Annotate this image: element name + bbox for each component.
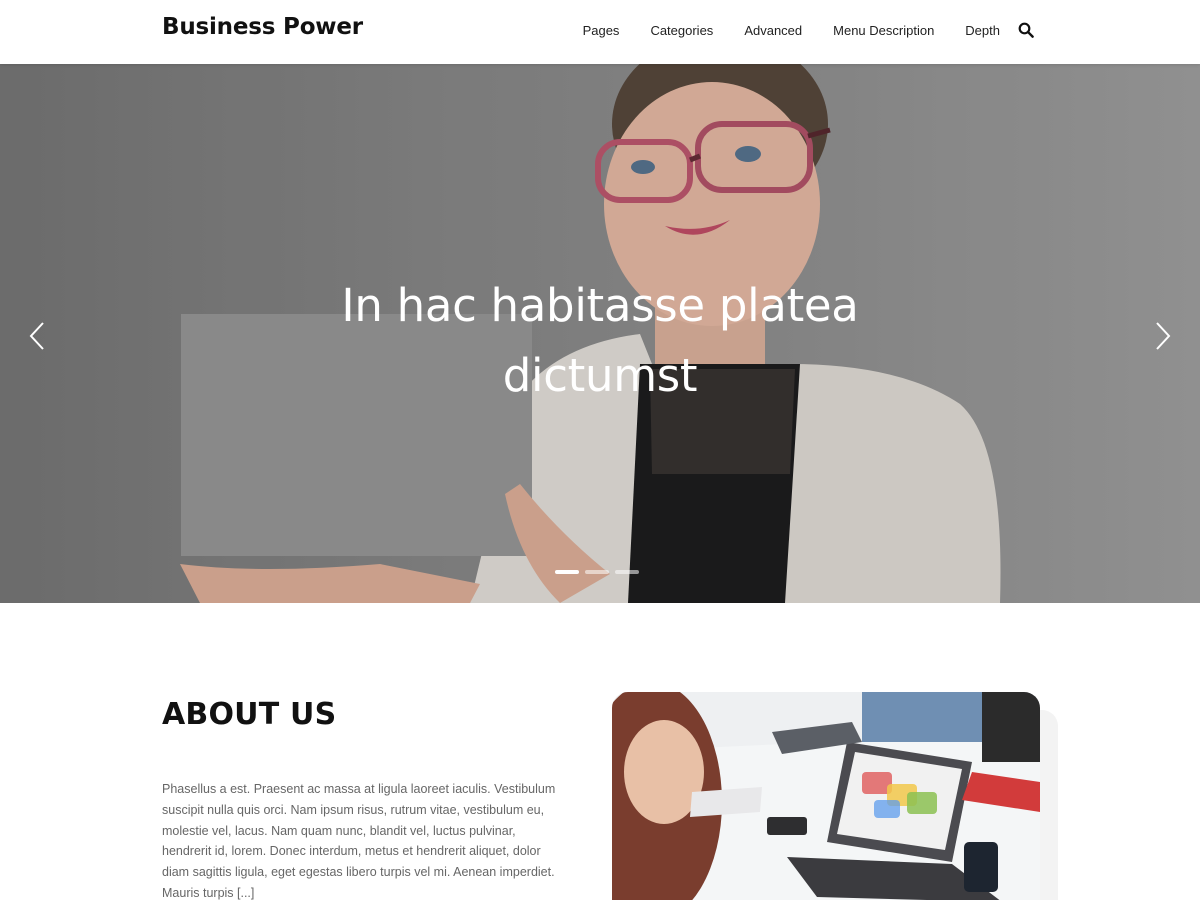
hero-slider: In hac habitasse platea dictumst [0, 64, 1200, 603]
about-title: ABOUT US [162, 697, 337, 732]
chevron-left-icon[interactable] [28, 321, 48, 351]
slider-pagination [555, 570, 645, 574]
site-brand[interactable]: Business Power [162, 14, 363, 40]
nav-item-menu-description[interactable]: Menu Description [833, 23, 934, 38]
site-header: Business Power Pages Categories Advanced… [0, 0, 1200, 64]
about-text: Phasellus a est. Praesent ac massa at li… [162, 782, 556, 900]
search-icon[interactable] [1018, 22, 1034, 38]
nav-item-depth[interactable]: Depth [965, 23, 1000, 38]
nav-item-advanced[interactable]: Advanced [744, 23, 802, 38]
main-nav: Pages Categories Advanced Menu Descripti… [583, 22, 1034, 38]
hero-title: In hac habitasse platea dictumst [300, 271, 900, 411]
about-image [612, 692, 1040, 900]
meeting-photo [612, 692, 1040, 900]
chevron-right-icon[interactable] [1152, 321, 1172, 351]
hero-title-line-1: In hac habitasse platea [341, 279, 859, 332]
slider-dot-1[interactable] [555, 570, 579, 574]
slider-dot-3[interactable] [615, 570, 639, 574]
nav-item-categories[interactable]: Categories [650, 23, 713, 38]
nav-item-pages[interactable]: Pages [583, 23, 620, 38]
hero-title-line-2: dictumst [502, 349, 698, 402]
slider-dot-2[interactable] [585, 570, 609, 574]
